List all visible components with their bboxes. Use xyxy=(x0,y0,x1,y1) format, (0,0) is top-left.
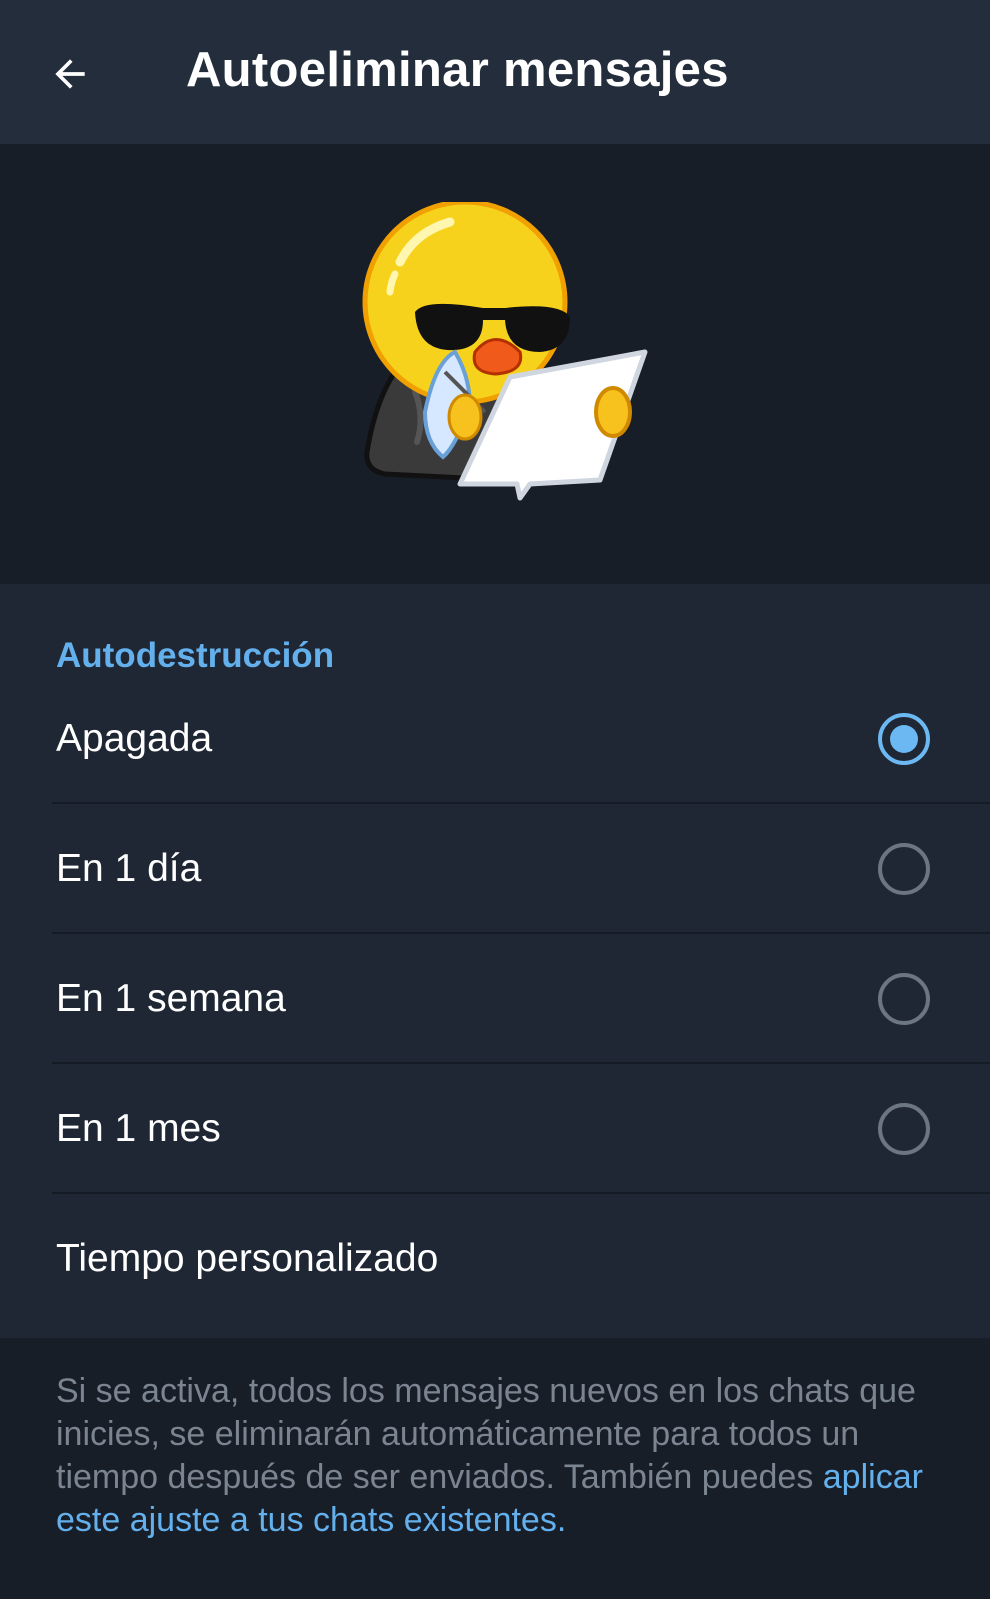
radio-button[interactable] xyxy=(878,843,930,895)
top-app-bar: Autoeliminar mensajes xyxy=(0,0,990,144)
option-label: Tiempo personalizado xyxy=(56,1237,439,1280)
radio-button[interactable] xyxy=(878,1103,930,1155)
option-1-week[interactable]: En 1 semana xyxy=(0,934,990,1064)
arrow-left-icon xyxy=(55,59,85,89)
info-note-text: Si se activa, todos los mensajes nuevos … xyxy=(56,1372,916,1496)
radio-button-selected[interactable] xyxy=(878,713,930,765)
radio-button[interactable] xyxy=(878,973,930,1025)
back-button[interactable] xyxy=(34,38,106,110)
info-note: Si se activa, todos los mensajes nuevos … xyxy=(56,1370,936,1542)
option-label: Apagada xyxy=(56,717,213,760)
option-1-month[interactable]: En 1 mes xyxy=(0,1064,990,1194)
page-title: Autoeliminar mensajes xyxy=(186,43,729,97)
option-label: En 1 día xyxy=(56,847,202,890)
auto-delete-section: Autodestrucción Apagada En 1 día En 1 se… xyxy=(0,584,990,1338)
option-custom-time[interactable]: Tiempo personalizado xyxy=(0,1194,990,1324)
option-1-day[interactable]: En 1 día xyxy=(0,804,990,934)
radio-dot xyxy=(890,725,918,753)
duck-sticker-icon xyxy=(362,202,648,501)
option-label: En 1 semana xyxy=(56,977,286,1020)
option-label: En 1 mes xyxy=(56,1107,221,1150)
app-screen: Autoeliminar mensajes Autodestrucción Ap… xyxy=(0,0,990,1599)
option-off[interactable]: Apagada xyxy=(0,674,990,804)
sticker-banner xyxy=(0,144,990,584)
section-header: Autodestrucción xyxy=(56,636,335,675)
